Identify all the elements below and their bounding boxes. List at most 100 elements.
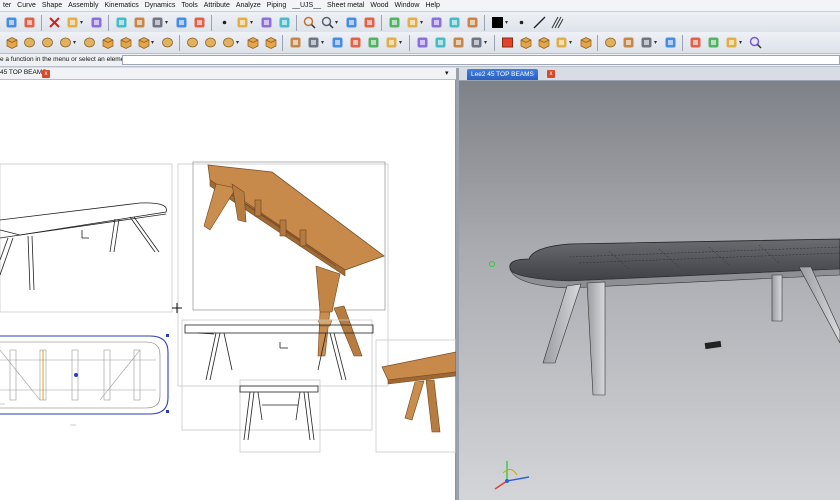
line-style-icon[interactable] bbox=[532, 16, 546, 30]
menu-item-4[interactable]: Kinematics bbox=[101, 0, 141, 12]
menu-item-14[interactable]: Help bbox=[422, 0, 442, 12]
viewport-pane[interactable]: Lee2 45 TOP BEAMS x bbox=[459, 68, 840, 500]
zoom-window-icon[interactable] bbox=[320, 16, 334, 30]
thicken-icon[interactable] bbox=[451, 36, 465, 50]
sweep-icon[interactable] bbox=[185, 36, 199, 50]
split-icon[interactable] bbox=[348, 36, 362, 50]
delete-icon[interactable] bbox=[47, 16, 61, 30]
viewport-tab-close-button[interactable]: x bbox=[547, 70, 555, 78]
box-icon[interactable] bbox=[4, 36, 18, 50]
mirror-icon[interactable] bbox=[366, 36, 380, 50]
torus-icon[interactable] bbox=[82, 36, 96, 50]
sheet-icon[interactable] bbox=[536, 36, 550, 50]
pencil-icon[interactable] bbox=[277, 16, 291, 30]
chevron-down-icon[interactable]: ▾ bbox=[505, 19, 510, 26]
rotate-icon[interactable] bbox=[387, 16, 401, 30]
drawing-canvas[interactable] bbox=[0, 80, 456, 500]
assembly-icon[interactable] bbox=[688, 36, 702, 50]
chevron-down-icon[interactable]: ▾ bbox=[250, 19, 255, 26]
menu-item-7[interactable]: Attribute bbox=[201, 0, 233, 12]
cylinder-icon[interactable] bbox=[22, 36, 36, 50]
prism-icon[interactable] bbox=[118, 36, 132, 50]
copy-icon[interactable] bbox=[132, 16, 146, 30]
chevron-down-icon[interactable]: ▾ bbox=[420, 19, 425, 26]
scissors-icon[interactable] bbox=[259, 16, 273, 30]
chevron-down-icon[interactable]: ▾ bbox=[739, 39, 744, 46]
chevron-down-icon[interactable]: ▾ bbox=[236, 39, 241, 46]
hand-icon[interactable] bbox=[724, 36, 738, 50]
chevron-down-icon[interactable]: ▾ bbox=[321, 39, 326, 46]
bom-icon[interactable] bbox=[706, 36, 720, 50]
3d-viewport[interactable] bbox=[459, 81, 840, 500]
menu-item-5[interactable]: Dynamics bbox=[142, 0, 179, 12]
menu-item-10[interactable]: __UJS__ bbox=[289, 0, 324, 12]
menu-item-1[interactable]: Curve bbox=[14, 0, 39, 12]
chamfer-icon[interactable] bbox=[245, 36, 259, 50]
fillet-icon[interactable] bbox=[221, 36, 235, 50]
revolve-icon[interactable] bbox=[160, 36, 174, 50]
section-icon[interactable] bbox=[663, 36, 677, 50]
menu-item-0[interactable]: ter bbox=[0, 0, 14, 12]
chevron-down-icon[interactable]: ▾ bbox=[151, 39, 156, 46]
drawing-tab-close-button[interactable]: x bbox=[42, 70, 50, 78]
chevron-down-icon[interactable]: ▾ bbox=[335, 19, 340, 26]
menu-item-3[interactable]: Assembly bbox=[65, 0, 101, 12]
eraser-icon[interactable] bbox=[89, 16, 103, 30]
zoom-in-icon[interactable] bbox=[302, 16, 316, 30]
command-input[interactable] bbox=[122, 55, 840, 65]
subtract-icon[interactable] bbox=[306, 36, 320, 50]
union-icon[interactable] bbox=[288, 36, 302, 50]
drawing-pane[interactable]: 45 TOP BEAMS x ▾ bbox=[0, 68, 456, 500]
color-swatch-icon[interactable] bbox=[490, 16, 504, 30]
menu-item-12[interactable]: Wood bbox=[367, 0, 391, 12]
shell-icon[interactable] bbox=[263, 36, 277, 50]
cone-icon[interactable] bbox=[40, 36, 54, 50]
solid-cube-icon[interactable] bbox=[518, 36, 532, 50]
viewport-tab[interactable]: Lee2 45 TOP BEAMS bbox=[467, 69, 538, 80]
chevron-down-icon[interactable]: ▾ bbox=[445, 69, 449, 77]
print-icon[interactable] bbox=[22, 16, 36, 30]
pattern-icon[interactable] bbox=[384, 36, 398, 50]
shade-icon[interactable] bbox=[429, 16, 443, 30]
chevron-down-icon[interactable]: ▾ bbox=[399, 39, 404, 46]
info-icon[interactable] bbox=[748, 36, 762, 50]
view-plane-icon[interactable] bbox=[621, 36, 635, 50]
menu-item-13[interactable]: Window bbox=[392, 0, 423, 12]
menu-item-9[interactable]: Piping bbox=[264, 0, 289, 12]
pan-icon[interactable] bbox=[362, 16, 376, 30]
grid-icon[interactable] bbox=[192, 16, 206, 30]
extrude-icon[interactable] bbox=[136, 36, 150, 50]
solid-red-icon[interactable] bbox=[500, 36, 514, 50]
chevron-down-icon[interactable]: ▾ bbox=[569, 39, 574, 46]
cross-arrows-icon[interactable] bbox=[235, 16, 249, 30]
fit-icon[interactable] bbox=[344, 16, 358, 30]
pointer-icon[interactable] bbox=[217, 16, 231, 30]
menu-item-6[interactable]: Tools bbox=[178, 0, 200, 12]
hatch-icon[interactable] bbox=[550, 16, 564, 30]
loft-icon[interactable] bbox=[203, 36, 217, 50]
menu-item-2[interactable]: Shape bbox=[39, 0, 65, 12]
sphere-icon[interactable] bbox=[58, 36, 72, 50]
refresh-icon[interactable] bbox=[114, 16, 128, 30]
light-icon[interactable] bbox=[465, 16, 479, 30]
chevron-down-icon[interactable]: ▾ bbox=[80, 19, 85, 26]
point-icon[interactable] bbox=[514, 16, 528, 30]
layers-icon[interactable] bbox=[4, 16, 18, 30]
intersect-icon[interactable] bbox=[330, 36, 344, 50]
dowel-icon[interactable] bbox=[603, 36, 617, 50]
menu-item-8[interactable]: Analyze bbox=[233, 0, 264, 12]
chevron-down-icon[interactable]: ▾ bbox=[73, 39, 78, 46]
drawing-tab[interactable]: 45 TOP BEAMS x ▾ bbox=[0, 68, 456, 80]
measure-icon[interactable] bbox=[639, 36, 653, 50]
boolean-icon[interactable] bbox=[469, 36, 483, 50]
view-icon[interactable] bbox=[405, 16, 419, 30]
chevron-down-icon[interactable]: ▾ bbox=[165, 19, 170, 26]
chevron-down-icon[interactable]: ▾ bbox=[484, 39, 489, 46]
move-icon[interactable] bbox=[150, 16, 164, 30]
wedge-icon[interactable] bbox=[100, 36, 114, 50]
render-icon[interactable] bbox=[447, 16, 461, 30]
chevron-down-icon[interactable]: ▾ bbox=[654, 39, 659, 46]
board-icon[interactable] bbox=[578, 36, 592, 50]
menu-item-11[interactable]: Sheet metal bbox=[324, 0, 367, 12]
offset-icon[interactable] bbox=[415, 36, 429, 50]
